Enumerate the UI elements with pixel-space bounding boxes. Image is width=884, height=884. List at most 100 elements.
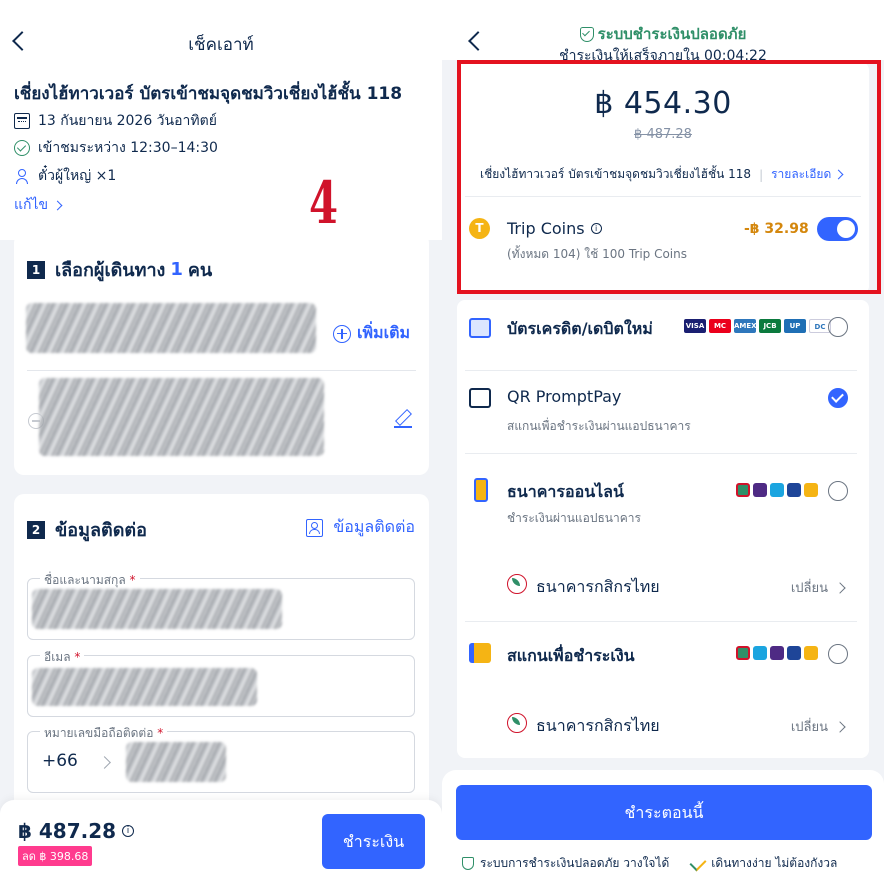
chevron-right-icon — [834, 581, 846, 594]
bank-logos — [733, 646, 818, 660]
traveler-count: 1 — [170, 259, 183, 280]
person-icon — [14, 168, 30, 184]
chevron-right-icon — [98, 756, 111, 769]
checkout-panel: เช็คเอาท์ เชี่ยงไฮ้ทาวเวอร์ บัตรเข้าชมจุ… — [0, 0, 442, 884]
bbl-logo — [787, 646, 801, 660]
payment-method-subtitle: ชำระเงินผ่านแอปธนาคาร — [507, 511, 641, 525]
scb-logo — [753, 483, 767, 497]
ticket-type: ตั๋วผู้ใหญ่ ×1 — [14, 165, 116, 187]
radio-button[interactable] — [828, 317, 848, 337]
traveler-section-heading: 1 เลือกผู้เดินทาง 1 คน — [27, 255, 212, 284]
add-traveler-button[interactable]: เพิ่มเติม — [333, 321, 410, 346]
scb-logo — [770, 646, 784, 660]
discount-badge: ลด ฿ 398.68 — [18, 846, 93, 866]
ktb-logo — [753, 646, 767, 660]
payment-method-title: สแกนเพื่อชำระเงิน — [507, 646, 635, 665]
phone-field-label: หมายเลขมือถือติดต่อ * — [40, 724, 168, 743]
total-price-text: ฿ 487.28 — [18, 819, 117, 843]
chevron-right-icon — [834, 720, 846, 733]
chevron-right-icon — [52, 200, 63, 210]
info-icon[interactable]: i — [122, 825, 135, 837]
change-bank-link[interactable]: เปลี่ยน — [790, 577, 846, 598]
payment-method-title: บัตรเครดิต/เดบิตใหม่ — [507, 319, 653, 338]
kasikorn-logo — [736, 646, 750, 660]
redacted-traveler — [26, 303, 316, 353]
redacted-traveler-details — [39, 378, 324, 456]
bank-logos — [733, 483, 818, 497]
annotation-number: 4 — [309, 169, 338, 237]
bank-name: ธนาคารกสิกรไทย — [536, 716, 660, 735]
payment-method-title: ธนาคารออนไลน์ — [507, 482, 624, 501]
page-title: เช็คเอาท์ — [188, 35, 254, 55]
selected-bank-row[interactable]: ธนาคารกสิกรไทย เปลี่ยน — [457, 689, 869, 758]
payment-method-online-banking[interactable]: ธนาคารออนไลน์ ชำระเงินผ่านแอปธนาคาร — [457, 453, 869, 537]
credit-card-icon — [469, 318, 491, 338]
annotation-highlight-box — [457, 60, 881, 294]
assurance-secure: ระบบการชำระเงินปลอดภัย วางใจได้ — [480, 856, 670, 870]
pencil-icon[interactable] — [394, 410, 412, 428]
section-number: 2 — [27, 520, 45, 539]
phone-field[interactable]: หมายเลขมือถือติดต่อ * +66 — [27, 724, 415, 793]
shield-check-icon — [579, 26, 594, 42]
kasikorn-bank-icon — [507, 713, 527, 733]
check-circle-icon — [14, 140, 30, 156]
traveler-heading-suffix: คน — [187, 260, 213, 281]
mastercard-logo: MC — [709, 319, 731, 333]
radio-button[interactable] — [828, 481, 848, 501]
payment-method-scan-to-pay[interactable]: สแกนเพื่อชำระเงิน — [457, 621, 869, 689]
visit-time-text: เข้าชมระหว่าง 12:30–14:30 — [38, 140, 218, 156]
pay-now-button[interactable]: ชำระตอนนี้ — [456, 785, 872, 840]
card-brand-logos: VISA MC AMEX JCB UP DC — [681, 319, 831, 333]
qr-code-icon — [469, 388, 491, 408]
bbl-logo — [787, 483, 801, 497]
contact-heading-text: ข้อมูลติดต่อ — [55, 520, 147, 541]
contact-card: 2 ข้อมูลติดต่อ ข้อมูลติดต่อ ชื่อและนามสก… — [14, 494, 429, 814]
secure-payment-title: ระบบชำระเงินปลอดภัย — [442, 22, 884, 46]
contact-card-icon — [306, 518, 324, 537]
visit-date-text: 13 กันยายน 2026 วันอาทิตย์ — [38, 113, 217, 129]
change-bank-label: เปลี่ยน — [790, 720, 828, 735]
contact-book-button[interactable]: ข้อมูลติดต่อ — [306, 515, 415, 540]
krungsri-logo — [804, 646, 818, 660]
radio-button-selected[interactable] — [828, 388, 848, 408]
amex-logo: AMEX — [734, 319, 757, 333]
payment-method-card[interactable]: บัตรเครดิต/เดบิตใหม่ VISA MC AMEX JCB UP… — [457, 300, 869, 355]
payment-method-promptpay[interactable]: QR PromptPay สแกนเพื่อชำระเงินผ่านแอปธนา… — [457, 370, 869, 454]
section-number: 1 — [27, 260, 45, 279]
redacted-phone — [126, 742, 226, 782]
bottom-bar: ฿ 487.28 i ลด ฿ 398.68 ชำระเงิน — [0, 800, 442, 884]
product-name: เชี่ยงไฮ้ทาวเวอร์ บัตรเข้าชมจุดชมวิวเชี่… — [14, 84, 403, 104]
change-bank-link[interactable]: เปลี่ยน — [790, 716, 846, 737]
edit-link[interactable]: แก้ไข — [14, 194, 63, 216]
redacted-email — [32, 668, 257, 706]
selected-bank-row[interactable]: ธนาคารกสิกรไทย เปลี่ยน — [457, 550, 869, 620]
add-traveler-label: เพิ่มเติม — [357, 323, 410, 342]
shield-icon — [462, 857, 474, 870]
scan-pay-icon — [469, 643, 491, 663]
visa-logo: VISA — [684, 319, 706, 333]
payment-method-subtitle: สแกนเพื่อชำระเงินผ่านแอปธนาคาร — [507, 419, 691, 433]
payment-methods-card: บัตรเครดิต/เดบิตใหม่ VISA MC AMEX JCB UP… — [457, 300, 869, 758]
kasikorn-bank-icon — [507, 574, 527, 594]
country-code[interactable]: +66 — [42, 751, 78, 771]
pay-button[interactable]: ชำระเงิน — [322, 814, 425, 869]
email-field[interactable]: อีเมล * — [27, 648, 415, 717]
divider — [27, 370, 416, 371]
traveler-card: 1 เลือกผู้เดินทาง 1 คน เพิ่มเติม — [14, 233, 429, 475]
edit-link-label: แก้ไข — [14, 197, 49, 213]
name-field[interactable]: ชื่อและนามสกุล * — [27, 571, 415, 640]
ktb-logo — [770, 483, 784, 497]
contact-section-heading: 2 ข้อมูลติดต่อ — [27, 515, 147, 544]
assurance-travel: เดินทางง่าย ไม่ต้องกังวล — [711, 856, 838, 870]
visit-date: 13 กันยายน 2026 วันอาทิตย์ — [14, 110, 217, 132]
ticket-type-text: ตั๋วผู้ใหญ่ ×1 — [38, 168, 117, 184]
name-field-label: ชื่อและนามสกุล * — [40, 571, 140, 590]
plus-circle-icon — [333, 324, 352, 343]
change-bank-label: เปลี่ยน — [790, 581, 828, 596]
radio-button[interactable] — [828, 644, 848, 664]
bank-name: ธนาคารกสิกรไทย — [536, 577, 660, 596]
payment-panel: ระบบชำระเงินปลอดภัย ชำระเงินให้เสร็จภายใ… — [442, 0, 884, 884]
assurance-row: ระบบการชำระเงินปลอดภัย วางใจได้ เดินทางง… — [462, 854, 872, 873]
contact-book-label: ข้อมูลติดต่อ — [333, 517, 415, 536]
jcb-logo: JCB — [759, 319, 781, 333]
